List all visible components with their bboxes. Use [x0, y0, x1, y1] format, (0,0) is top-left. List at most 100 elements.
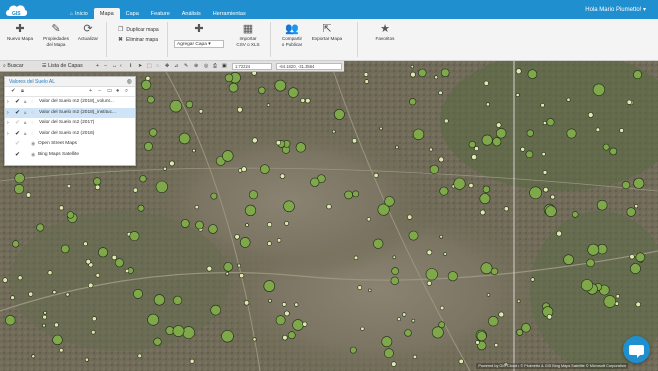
map-point-marker[interactable] [132, 187, 138, 193]
map-point-marker[interactable] [447, 271, 458, 282]
add-layer-plus-button[interactable]: ✚ [188, 23, 210, 36]
map-point-marker[interactable] [267, 241, 272, 246]
map-point-marker[interactable] [54, 322, 59, 328]
map-point-marker[interactable] [391, 267, 399, 275]
map-point-marker[interactable] [295, 142, 306, 153]
tab-feature[interactable]: Feature [145, 8, 176, 19]
lock-icon[interactable]: 🔒︎ [24, 108, 26, 119]
map-point-marker[interactable] [333, 109, 345, 120]
map-point-marker[interactable] [259, 164, 270, 174]
map-point-marker[interactable] [411, 318, 416, 323]
map-point-marker[interactable] [133, 288, 143, 299]
map-point-marker[interactable] [178, 132, 191, 145]
map-point-marker[interactable] [302, 321, 308, 327]
map-point-marker[interactable] [28, 291, 34, 297]
map-point-marker[interactable] [147, 313, 160, 326]
layer-visibility-checkbox[interactable]: ✔ [15, 129, 20, 140]
map-point-marker[interactable] [274, 79, 287, 92]
map-point-marker[interactable] [31, 354, 36, 359]
map-point-marker[interactable] [479, 193, 491, 204]
layer-visibility-checkbox[interactable]: ✔ [15, 97, 20, 108]
map-point-marker[interactable] [94, 184, 101, 191]
map-point-marker[interactable] [279, 173, 286, 179]
map-point-marker[interactable] [52, 334, 63, 346]
map-point-marker[interactable] [426, 280, 432, 286]
map-point-marker[interactable] [144, 142, 153, 151]
map-point-marker[interactable] [147, 95, 155, 104]
map-point-marker[interactable] [520, 146, 526, 152]
folder-icon[interactable]: ▭ [107, 88, 112, 94]
map-point-marker[interactable] [614, 301, 620, 306]
map-point-marker[interactable] [198, 109, 204, 114]
base-layer-row[interactable]: ✔ ◉ Bing Maps Satellite [5, 150, 135, 161]
map-point-marker[interactable] [14, 172, 25, 184]
map-point-marker[interactable] [282, 335, 288, 341]
map-point-marker[interactable] [155, 180, 168, 193]
edit-icon[interactable]: ✎ [184, 62, 188, 71]
cursor-icon[interactable]: ➤ [138, 62, 142, 71]
expand-icon[interactable]: ↔ [112, 62, 117, 71]
map-point-marker[interactable] [488, 316, 499, 327]
map-point-marker[interactable] [571, 211, 579, 218]
map-point-marker[interactable] [292, 319, 304, 331]
map-point-marker[interactable] [65, 292, 70, 297]
map-point-marker[interactable] [426, 249, 433, 256]
map-point-marker[interactable] [525, 150, 534, 159]
lock-icon[interactable]: 🔒︎ [24, 97, 26, 108]
map-point-marker[interactable] [189, 358, 195, 364]
map-point-marker[interactable] [288, 87, 299, 98]
map-point-marker[interactable] [458, 358, 464, 365]
map-point-marker[interactable] [556, 230, 562, 237]
map-point-marker[interactable] [550, 194, 556, 200]
camera-icon[interactable]: ▣ [222, 62, 227, 71]
map-point-marker[interactable] [580, 279, 593, 292]
map-point-marker[interactable] [172, 325, 185, 337]
remove-layer-icon[interactable]: − [98, 88, 101, 94]
map-point-marker[interactable] [208, 224, 218, 234]
map-point-marker[interactable] [596, 199, 608, 211]
map-point-marker[interactable] [429, 164, 439, 174]
map-point-marker[interactable] [483, 80, 489, 86]
expand-arrow-icon[interactable]: › [7, 108, 9, 119]
map-point-marker[interactable] [527, 69, 538, 79]
map-point-marker[interactable] [137, 353, 142, 359]
map-point-marker[interactable] [540, 102, 545, 108]
map-properties-button[interactable]: ✎ Propiedades del Mapa [40, 23, 72, 47]
map-point-marker[interactable] [516, 299, 521, 304]
map-point-marker[interactable] [237, 263, 242, 268]
map-point-marker[interactable] [364, 79, 369, 84]
map-point-marker[interactable] [630, 263, 641, 274]
map-point-marker[interactable] [91, 316, 97, 322]
map-point-marker[interactable] [496, 128, 507, 139]
map-point-marker[interactable] [543, 186, 549, 193]
map-point-marker[interactable] [111, 254, 117, 261]
map-point-marker[interactable] [294, 302, 299, 307]
map-point-marker[interactable] [42, 314, 47, 320]
map-point-marker[interactable] [515, 92, 520, 97]
map-point-marker[interactable] [595, 127, 601, 132]
map-point-marker[interactable] [275, 315, 286, 326]
map-point-marker[interactable] [368, 288, 372, 293]
map-point-marker[interactable] [243, 300, 250, 306]
map-point-marker[interactable] [609, 147, 618, 156]
export-map-button[interactable]: ⇱ Exportar Mapa [310, 23, 344, 42]
map-point-marker[interactable] [349, 346, 357, 354]
map-point-marker[interactable] [251, 137, 258, 144]
map-point-marker[interactable] [481, 134, 493, 146]
duplicate-map-button[interactable]: ❐ Duplicar mapa [118, 26, 159, 33]
map-point-marker[interactable] [267, 222, 273, 228]
delete-map-button[interactable]: ✖ Eliminar mapa [118, 36, 158, 43]
map-point-marker[interactable] [453, 177, 466, 190]
map-point-marker[interactable] [25, 192, 32, 198]
map-point-marker[interactable] [173, 295, 183, 305]
layer-row[interactable]: › ✔ 🔒︎ ⁖ Valor del Suelo m2 (2018)_volun… [5, 97, 135, 108]
globe-icon[interactable]: ◍ [127, 78, 132, 85]
map-point-marker[interactable] [85, 259, 92, 265]
tab-capa[interactable]: Capa [120, 8, 145, 19]
lock-icon[interactable]: 🔒︎ [24, 118, 26, 129]
expand-arrow-icon[interactable]: › [7, 129, 9, 140]
map-point-marker[interactable] [407, 214, 413, 220]
map-point-marker[interactable] [412, 128, 425, 141]
map-point-marker[interactable] [141, 79, 152, 90]
map-point-marker[interactable] [344, 190, 353, 200]
